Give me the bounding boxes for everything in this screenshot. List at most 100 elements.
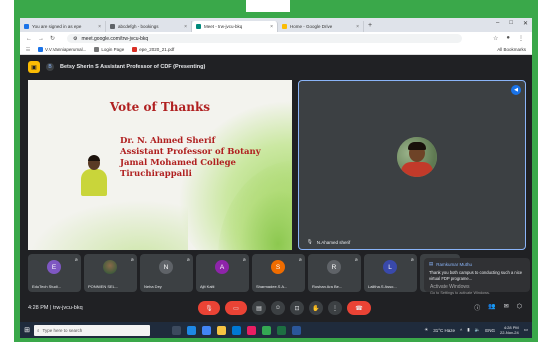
slide-leaf-decoration bbox=[28, 200, 188, 250]
participant-name: EduTech Studi... bbox=[32, 284, 62, 289]
participant-avatar: L bbox=[383, 260, 397, 274]
photos-icon[interactable] bbox=[247, 325, 256, 335]
participant-name: Lalitha.S Asso... bbox=[368, 284, 397, 289]
reload-icon[interactable]: ↻ bbox=[50, 35, 55, 42]
all-bookmarks-link[interactable]: All Bookmarks bbox=[497, 47, 532, 52]
emoji-button[interactable]: ☺ bbox=[271, 301, 285, 315]
slide-line: Assistant Professor of Botany bbox=[120, 147, 261, 157]
mic-icon: 🎙 bbox=[307, 239, 313, 244]
system-tray: ☀ 31°C Haze ^ ▮ 🔈 ENG 4:28 PM 22-Nov-24 … bbox=[424, 325, 532, 335]
mic-muted-icon: ⊘ bbox=[298, 257, 302, 262]
camera-toggle-button[interactable]: ▭ bbox=[225, 301, 247, 315]
apps-grid-icon[interactable]: ☷ bbox=[26, 47, 30, 53]
green-banner-left bbox=[14, 0, 246, 12]
raise-hand-button[interactable]: ✋ bbox=[309, 301, 323, 315]
close-icon[interactable]: × bbox=[356, 24, 359, 30]
excel-icon[interactable] bbox=[277, 325, 286, 335]
leave-call-button[interactable]: ☎ bbox=[347, 301, 371, 315]
mic-toggle-button[interactable]: 🎙 bbox=[198, 301, 220, 315]
close-icon[interactable]: × bbox=[98, 24, 101, 30]
task-view-icon[interactable] bbox=[172, 325, 181, 335]
chat-message: Thank you both campus to conducting such… bbox=[429, 270, 523, 281]
file-explorer-icon[interactable] bbox=[217, 325, 226, 335]
tray-overflow-icon[interactable]: ^ bbox=[460, 328, 462, 333]
bookmark-item[interactable]: Login Page bbox=[94, 47, 124, 52]
slide-line: Jamal Mohamed College bbox=[120, 158, 236, 168]
site-info-icon[interactable]: ⚙ bbox=[73, 36, 77, 42]
participant-tile[interactable]: ⊘ A Ajit Kalti bbox=[196, 254, 249, 292]
presenter-name-label: 🎙 N.Ahamed sherif bbox=[307, 239, 351, 245]
chat-panel-icon[interactable]: ✉ bbox=[504, 303, 509, 312]
browser-tab-active[interactable]: Meet - trw-jvcu-bkq × bbox=[192, 21, 278, 32]
participant-avatar: S bbox=[271, 260, 285, 274]
bookmark-star-icon[interactable]: ☆ bbox=[493, 35, 498, 42]
participant-tile[interactable]: ⊘ L Lalitha.S Asso... bbox=[364, 254, 417, 292]
back-icon[interactable]: ← bbox=[26, 36, 32, 42]
participant-photo bbox=[103, 260, 117, 274]
url-field[interactable]: ⚙ meet.google.com/trw-jvcu-bkq bbox=[67, 34, 463, 43]
bookmark-item[interactable]: epe_2020_21.pdf bbox=[132, 47, 174, 52]
participant-avatar: E bbox=[47, 260, 61, 274]
tab-favicon-icon bbox=[110, 24, 115, 29]
mic-muted-icon: ⊘ bbox=[130, 257, 134, 262]
taskbar-search-box[interactable]: ⌕ Type here to search bbox=[34, 324, 150, 336]
tab-label: You are signed in as epe bbox=[32, 24, 82, 29]
presenting-label: Betsy Sherin S Assistant Professor of CD… bbox=[60, 64, 206, 70]
edge-icon[interactable] bbox=[187, 325, 196, 335]
tab-favicon-icon bbox=[24, 24, 29, 29]
captions-button[interactable]: ▤ bbox=[252, 301, 266, 315]
new-tab-button[interactable]: + bbox=[368, 22, 372, 29]
forward-icon[interactable]: → bbox=[38, 36, 44, 42]
menu-kebab-icon[interactable]: ⋮ bbox=[518, 35, 524, 42]
participant-tile[interactable]: ⊘ S Sharmadee.S A... bbox=[252, 254, 305, 292]
url-text: meet.google.com/trw-jvcu-bkq bbox=[81, 35, 149, 42]
browser-tab[interactable]: Home - Google Drive × bbox=[278, 21, 364, 32]
browser-tab[interactable]: You are signed in as epe × bbox=[20, 21, 106, 32]
bookmark-item[interactable]: V.V.Vanniaperumal... bbox=[38, 47, 86, 52]
profile-icon[interactable]: ● bbox=[506, 35, 510, 42]
participant-tile[interactable]: ⊘ R Roshan Ara Be... bbox=[308, 254, 361, 292]
store-icon[interactable] bbox=[202, 325, 211, 335]
activate-windows-watermark: Activate Windows Go to Settings to activ… bbox=[430, 284, 490, 295]
notification-icon[interactable]: ▭ bbox=[524, 327, 528, 333]
search-icon: ⌕ bbox=[37, 327, 40, 333]
taskbar-clock[interactable]: 4:28 PM 22-Nov-24 bbox=[500, 325, 519, 335]
language-indicator[interactable]: ENG bbox=[485, 328, 495, 333]
mail-icon[interactable] bbox=[232, 325, 241, 335]
people-icon[interactable]: 👥 bbox=[488, 303, 495, 312]
presenter-avatar-icon: B bbox=[46, 63, 54, 71]
word-icon[interactable] bbox=[292, 325, 301, 335]
participant-tile[interactable]: ⊘ E EduTech Studi... bbox=[28, 254, 81, 292]
minimize-button[interactable]: – bbox=[496, 20, 499, 27]
weather-text: 31°C Haze bbox=[433, 327, 456, 333]
presenting-header: ▣ B Betsy Sherin S Assistant Professor o… bbox=[20, 55, 532, 79]
presenter-video-tile[interactable]: ◀ 🎙 N.Ahamed sherif bbox=[298, 80, 526, 250]
windows-start-icon[interactable]: ⊞ bbox=[20, 326, 34, 334]
participant-tile[interactable]: ⊘ N Neha Dey bbox=[140, 254, 193, 292]
participant-tile[interactable]: ⊘ PONNIEN SEL... bbox=[84, 254, 137, 292]
shared-slide: Vote of Thanks Dr. N. Ahmed Sherif Assis… bbox=[28, 80, 292, 250]
activities-icon[interactable]: ⬡ bbox=[517, 303, 522, 312]
monitor-screen: You are signed in as epe × abcdefgh - bo… bbox=[20, 18, 532, 338]
present-screen-icon: ▣ bbox=[28, 61, 40, 73]
close-icon[interactable]: × bbox=[184, 24, 187, 30]
participant-avatar: A bbox=[215, 260, 229, 274]
close-window-button[interactable]: ✕ bbox=[523, 20, 528, 27]
info-icon[interactable]: ⓘ bbox=[474, 303, 480, 312]
speaker-photo bbox=[80, 155, 108, 196]
photo-background: You are signed in as epe × abcdefgh - bo… bbox=[0, 0, 551, 349]
close-icon[interactable]: × bbox=[270, 24, 273, 30]
browser-tab[interactable]: abcdefgh - bookings × bbox=[106, 21, 192, 32]
meet-favicon-icon bbox=[196, 24, 201, 29]
speaking-indicator-icon: ◀ bbox=[511, 85, 521, 95]
volume-icon[interactable]: 🔈 bbox=[475, 327, 481, 333]
slide-line: Dr. N. Ahmed Sherif bbox=[120, 136, 216, 146]
address-bar-row: ← → ↻ ⚙ meet.google.com/trw-jvcu-bkq ☆ ●… bbox=[20, 32, 532, 45]
present-button[interactable]: ⊡ bbox=[290, 301, 304, 315]
tab-label: Home - Google Drive bbox=[290, 24, 333, 29]
more-options-button[interactable]: ⋮ bbox=[328, 301, 342, 315]
taskbar-apps bbox=[172, 325, 301, 335]
network-icon[interactable]: ▮ bbox=[467, 327, 469, 333]
maximize-button[interactable]: □ bbox=[509, 20, 513, 27]
chrome-icon[interactable] bbox=[262, 325, 271, 335]
